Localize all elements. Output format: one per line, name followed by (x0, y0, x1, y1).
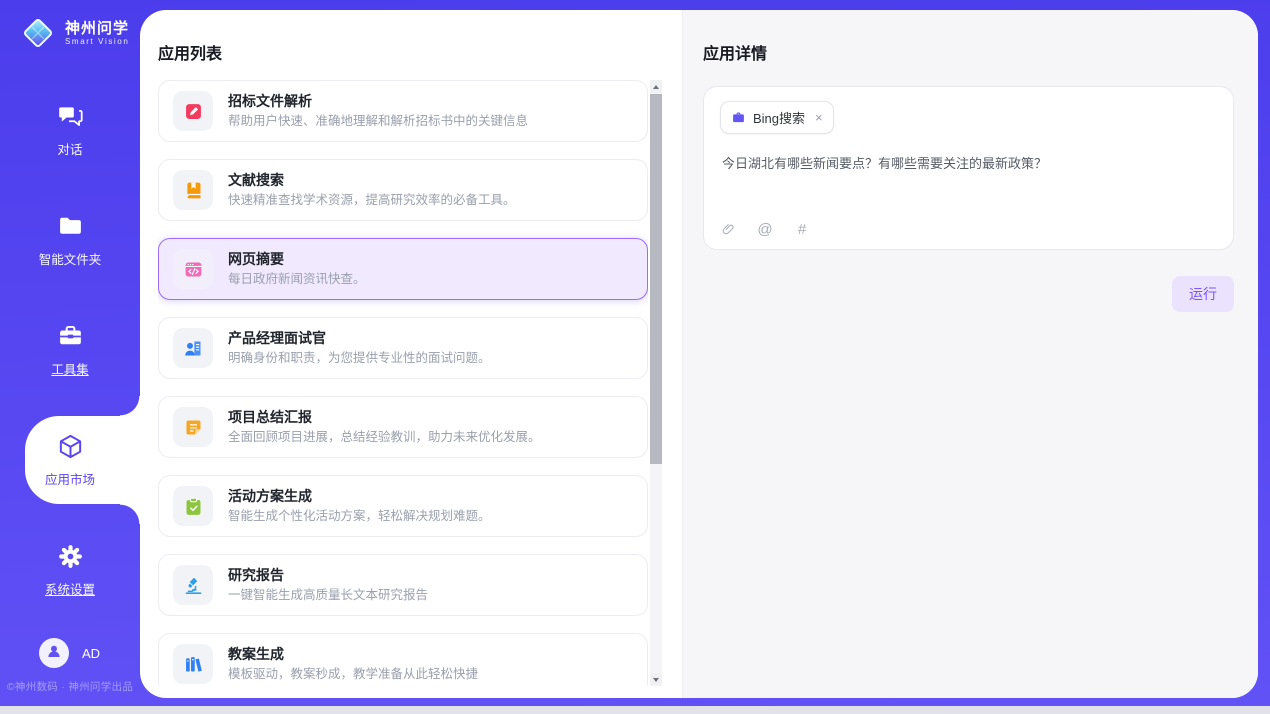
toolbox-icon (57, 323, 84, 350)
scrollbar (650, 80, 662, 686)
app-card-description: 明确身份和职责，为您提供专业性的面试问题。 (228, 350, 491, 367)
research-icon (173, 565, 213, 605)
app-card-招标文件解析[interactable]: 招标文件解析帮助用户快速、准确地理解和解析招标书中的关键信息 (158, 80, 648, 142)
interviewer-icon (173, 328, 213, 368)
app-card-title: 招标文件解析 (228, 92, 528, 110)
app-card-description: 智能生成个性化活动方案，轻松解决规划难题。 (228, 508, 491, 525)
brand-subtitle: Smart Vision (65, 37, 129, 46)
copyright-footer: ©神州数码 · 神州问学出品 (0, 679, 140, 694)
app-detail-title: 应用详情 (703, 40, 1234, 64)
sidebar-item-应用市场[interactable]: 应用市场 (0, 405, 140, 515)
app-card-description: 全面回顾项目进展，总结经验教训，助力未来优化发展。 (228, 429, 541, 446)
avatar (39, 638, 69, 668)
app-card-description: 帮助用户快速、准确地理解和解析招标书中的关键信息 (228, 113, 528, 130)
diamond-logo-icon (18, 13, 58, 53)
sidebar: 神州问学 Smart Vision 对话智能文件夹工具集应用市场系统设置 AD … (0, 0, 140, 706)
app-list-title: 应用列表 (140, 10, 682, 64)
sidebar-item-label: 对话 (57, 139, 82, 158)
app-card-title: 研究报告 (228, 566, 428, 584)
app-card-title: 产品经理面试官 (228, 329, 491, 347)
app-card-description: 模板驱动，教案秒成，教学准备从此轻松快捷 (228, 666, 478, 683)
run-button[interactable]: 运行 (1172, 276, 1234, 312)
app-card-title: 活动方案生成 (228, 487, 491, 505)
composer-toolbar: @ # (720, 221, 810, 237)
gear-icon (57, 543, 84, 570)
clipboard-check-icon (173, 486, 213, 526)
app-card-活动方案生成[interactable]: 活动方案生成智能生成个性化活动方案，轻松解决规划难题。 (158, 475, 648, 537)
query-input[interactable]: 今日湖北有哪些新闻要点？有哪些需要关注的最新政策？ (722, 154, 1215, 192)
app-card-description: 每日政府新闻资讯快查。 (228, 271, 366, 288)
sidebar-item-对话[interactable]: 对话 (0, 75, 140, 185)
app-card-研究报告[interactable]: 研究报告一键智能生成高质量长文本研究报告 (158, 554, 648, 616)
sidebar-item-工具集[interactable]: 工具集 (0, 295, 140, 405)
sidebar-item-系统设置[interactable]: 系统设置 (0, 515, 140, 625)
doc-edit-icon (173, 91, 213, 131)
content-panel: 应用列表 招标文件解析帮助用户快速、准确地理解和解析招标书中的关键信息文献搜索快… (140, 10, 1258, 698)
sidebar-item-label: 应用市场 (45, 469, 95, 488)
folder-icon (57, 213, 84, 240)
user-name: AD (82, 646, 100, 661)
app-detail-panel: 应用详情 Bing搜索 × 今日湖北有哪些新闻要点？有哪些需要关注的最新政策？ … (682, 10, 1258, 698)
close-icon[interactable]: × (815, 111, 823, 124)
sidebar-item-label: 系统设置 (45, 579, 95, 598)
app-card-title: 项目总结汇报 (228, 408, 541, 426)
app-window: 神州问学 Smart Vision 对话智能文件夹工具集应用市场系统设置 AD … (0, 0, 1270, 706)
chat-icon (57, 103, 84, 130)
app-card-文献搜索[interactable]: 文献搜索快速精准查找学术资源，提高研究效率的必备工具。 (158, 159, 648, 221)
app-card-title: 文献搜索 (228, 171, 516, 189)
app-list: 招标文件解析帮助用户快速、准确地理解和解析招标书中的关键信息文献搜索快速精准查找… (158, 80, 648, 686)
tool-tag-label: Bing搜索 (753, 108, 805, 127)
paperclip-icon[interactable] (720, 221, 736, 237)
hash-tag-icon[interactable]: # (794, 221, 810, 237)
note-icon (173, 407, 213, 447)
prompt-card: Bing搜索 × 今日湖北有哪些新闻要点？有哪些需要关注的最新政策？ @ # (703, 86, 1234, 250)
scroll-down-button[interactable] (650, 673, 662, 686)
app-card-教案生成[interactable]: 教案生成模板驱动，教案秒成，教学准备从此轻松快捷 (158, 633, 648, 686)
at-mention-icon[interactable]: @ (757, 221, 773, 237)
brand-name: 神州问学 (65, 20, 129, 37)
app-card-description: 一键智能生成高质量长文本研究报告 (228, 587, 428, 604)
browser-code-icon (173, 249, 213, 289)
books-icon (173, 644, 213, 684)
scrollbar-thumb[interactable] (650, 94, 662, 464)
briefcase-icon (731, 110, 746, 125)
scroll-up-button[interactable] (650, 80, 662, 93)
user-account[interactable]: AD (0, 638, 140, 668)
app-card-title: 教案生成 (228, 645, 478, 663)
app-card-title: 网页摘要 (228, 250, 366, 268)
cube-icon (57, 433, 84, 460)
sidebar-nav: 对话智能文件夹工具集应用市场系统设置 (0, 75, 140, 625)
sidebar-item-label: 工具集 (51, 359, 89, 378)
sidebar-item-label: 智能文件夹 (39, 249, 102, 268)
app-card-网页摘要[interactable]: 网页摘要每日政府新闻资讯快查。 (158, 238, 648, 300)
app-card-项目总结汇报[interactable]: 项目总结汇报全面回顾项目进展，总结经验教训，助力未来优化发展。 (158, 396, 648, 458)
app-list-panel: 应用列表 招标文件解析帮助用户快速、准确地理解和解析招标书中的关键信息文献搜索快… (140, 10, 682, 698)
book-icon (173, 170, 213, 210)
tool-tag-bing-search[interactable]: Bing搜索 × (720, 101, 834, 134)
app-card-description: 快速精准查找学术资源，提高研究效率的必备工具。 (228, 192, 516, 209)
app-card-产品经理面试官[interactable]: 产品经理面试官明确身份和职责，为您提供专业性的面试问题。 (158, 317, 648, 379)
sidebar-item-智能文件夹[interactable]: 智能文件夹 (0, 185, 140, 295)
brand-logo: 神州问学 Smart Vision (0, 0, 140, 53)
